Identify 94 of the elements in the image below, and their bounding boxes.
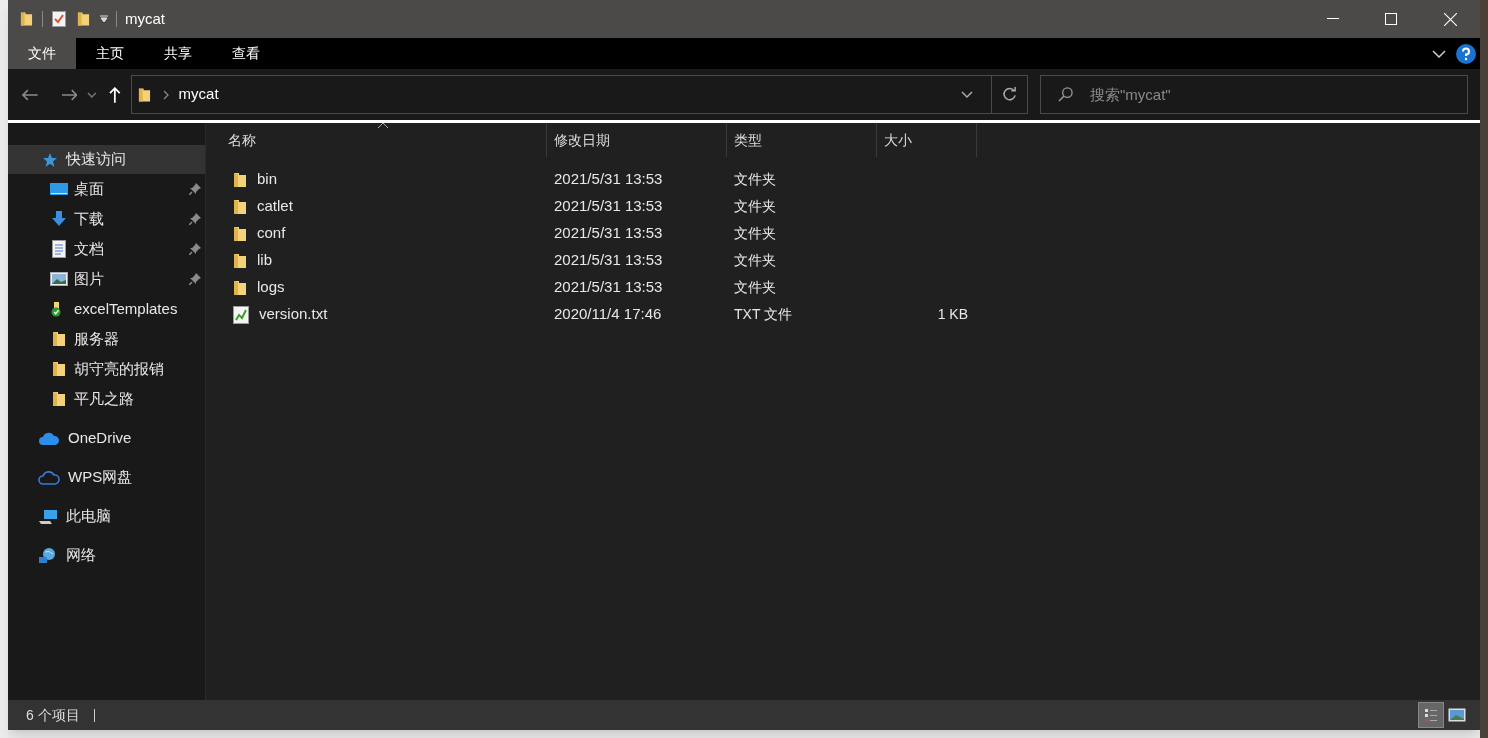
nav-item[interactable]: 文档 [74,237,104,261]
star-icon [42,151,58,168]
ribbon-tab[interactable]: 查看 [212,38,280,69]
ribbon-tab[interactable]: 文件 [8,38,76,69]
nav-item[interactable]: 快速访问 [8,145,205,174]
close-icon [1443,12,1457,26]
column-header[interactable]: 修改日期 [547,123,727,157]
download-arrow-icon [51,211,67,227]
nav-item[interactable]: 服务器 [74,327,119,351]
type-cell-text: 文件夹 [733,197,777,216]
chevron-down-icon[interactable] [1432,49,1446,58]
search-icon [1057,87,1073,102]
column-header[interactable]: 类型 [727,123,877,157]
file-row[interactable]: version.txt 2020/11/4 17:46 TXT 文件 1 KB [220,301,1480,328]
file-row[interactable]: bin 2021/5/31 13:53 文件夹 [220,166,1480,193]
size-cell-text: 1 KB [937,305,968,324]
cloud-icon [38,469,60,486]
date-cell-text: 2021/5/31 13:53 [553,250,664,271]
document-icon [52,240,66,258]
text-file-icon [233,305,249,324]
nav-item[interactable]: 下载 [74,207,104,231]
date-cell-text: 2020/11/4 17:46 [553,304,663,325]
file-name: logs [257,277,285,298]
folder-icon [233,252,247,269]
nav-item[interactable]: 桌面 [74,177,104,201]
up-arrow-icon[interactable] [108,86,121,103]
pin-icon[interactable] [189,213,201,225]
item-count: 6 个项目 [26,705,80,725]
folder-icon [233,279,247,296]
nav-item[interactable]: 网络 [8,541,205,570]
picture-icon [50,272,68,286]
type-cell-text: 文件夹 [733,278,777,297]
folder-icon [233,198,247,215]
refresh-button[interactable] [991,75,1028,114]
type-cell-text: 文件夹 [733,251,777,270]
ribbon-tab[interactable]: 共享 [144,38,212,69]
details-view-icon [1424,708,1438,722]
folder-icon [52,391,66,407]
computer-icon [38,508,58,525]
column-header[interactable]: 大小 [877,123,977,157]
new-folder-icon [77,11,90,27]
nav-item[interactable]: OneDrive [8,424,205,453]
properties-icon[interactable] [52,11,66,27]
folder-icon [20,11,33,27]
column-header[interactable]: 名称 [220,123,547,157]
address-bar[interactable]: mycat [130,75,992,114]
nav-item[interactable]: WPS网盘 [8,463,205,492]
folder-icon [52,361,66,377]
dropdown-icon[interactable] [100,15,108,23]
folder-icon [52,331,66,347]
window-title: mycat [125,8,165,29]
date-cell-text: 2021/5/31 13:53 [553,223,664,244]
minimize-icon [1327,18,1339,20]
large-icons-view-icon [1448,708,1466,722]
type-cell-text: 文件夹 [733,170,777,189]
nav-item[interactable]: 平凡之路 [74,387,134,411]
back-arrow-icon[interactable] [22,88,38,101]
pin-icon[interactable] [189,183,201,195]
file-row[interactable]: lib 2021/5/31 13:53 文件夹 [220,247,1480,274]
details-view-button[interactable] [1418,702,1444,728]
folder-icon [137,86,151,103]
file-row[interactable]: conf 2021/5/31 13:53 文件夹 [220,220,1480,247]
path-segment[interactable]: mycat [178,83,219,106]
folder-icon [233,171,247,188]
nav-item[interactable]: excelTemplates [74,297,178,321]
cloud-icon [38,431,60,446]
file-row[interactable]: catlet 2021/5/31 13:53 文件夹 [220,193,1480,220]
file-name: lib [257,250,272,271]
file-name: conf [257,223,286,244]
type-cell-text: TXT 文件 [733,305,794,324]
forward-arrow-icon[interactable] [61,88,78,101]
nav-item[interactable]: 此电脑 [8,502,205,531]
date-cell-text: 2021/5/31 13:53 [553,277,664,298]
date-cell-text: 2021/5/31 13:53 [553,196,664,217]
desktop-icon [50,182,68,196]
pin-icon[interactable] [189,243,201,255]
file-name: catlet [257,196,293,217]
help-icon[interactable] [1456,43,1476,64]
nav-item[interactable]: 图片 [74,267,104,291]
type-cell-text: 文件夹 [733,224,777,243]
ribbon-tab[interactable]: 主页 [76,38,144,69]
network-globe-icon [38,546,58,565]
file-name: version.txt [259,304,328,325]
file-name: bin [257,169,278,190]
search-field[interactable]: 搜索"mycat" [1039,75,1468,114]
date-cell-text: 2021/5/31 13:53 [553,169,664,190]
folder-icon [233,225,247,242]
refresh-icon [1001,87,1017,102]
chevron-down-icon[interactable] [960,90,973,99]
chevron-right-icon [162,89,169,100]
pin-icon[interactable] [189,273,201,285]
maximize-icon [1385,13,1397,25]
file-row[interactable]: logs 2021/5/31 13:53 文件夹 [220,274,1480,301]
nav-item[interactable]: 胡守亮的报销 [74,357,164,381]
